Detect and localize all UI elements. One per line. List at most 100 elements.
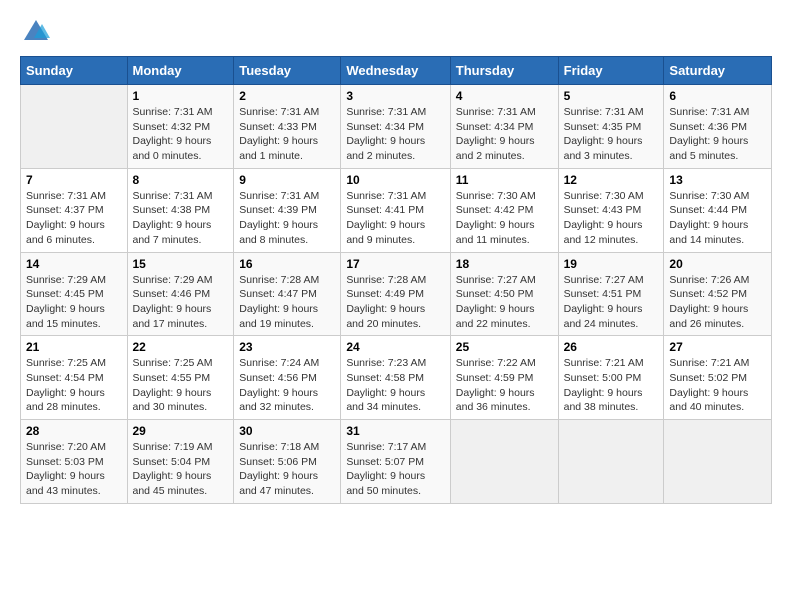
day-cell: [21, 85, 128, 169]
day-info: Sunrise: 7:31 AMSunset: 4:32 PMDaylight:…: [133, 106, 213, 162]
day-cell: 3 Sunrise: 7:31 AMSunset: 4:34 PMDayligh…: [341, 85, 450, 169]
day-info: Sunrise: 7:19 AMSunset: 5:04 PMDaylight:…: [133, 441, 213, 497]
day-cell: 29 Sunrise: 7:19 AMSunset: 5:04 PMDaylig…: [127, 420, 234, 504]
day-cell: 15 Sunrise: 7:29 AMSunset: 4:46 PMDaylig…: [127, 252, 234, 336]
day-info: Sunrise: 7:31 AMSunset: 4:39 PMDaylight:…: [239, 190, 319, 246]
day-info: Sunrise: 7:29 AMSunset: 4:45 PMDaylight:…: [26, 274, 106, 330]
day-info: Sunrise: 7:31 AMSunset: 4:37 PMDaylight:…: [26, 190, 106, 246]
day-number: 18: [456, 257, 553, 271]
week-row-4: 21 Sunrise: 7:25 AMSunset: 4:54 PMDaylig…: [21, 336, 772, 420]
page: SundayMondayTuesdayWednesdayThursdayFrid…: [0, 0, 792, 514]
day-number: 31: [346, 424, 444, 438]
day-cell: [664, 420, 772, 504]
day-cell: 30 Sunrise: 7:18 AMSunset: 5:06 PMDaylig…: [234, 420, 341, 504]
week-row-2: 7 Sunrise: 7:31 AMSunset: 4:37 PMDayligh…: [21, 168, 772, 252]
day-number: 21: [26, 340, 122, 354]
day-cell: 8 Sunrise: 7:31 AMSunset: 4:38 PMDayligh…: [127, 168, 234, 252]
day-number: 3: [346, 89, 444, 103]
col-header-sunday: Sunday: [21, 57, 128, 85]
day-info: Sunrise: 7:17 AMSunset: 5:07 PMDaylight:…: [346, 441, 426, 497]
day-info: Sunrise: 7:21 AMSunset: 5:00 PMDaylight:…: [564, 357, 644, 413]
day-cell: 4 Sunrise: 7:31 AMSunset: 4:34 PMDayligh…: [450, 85, 558, 169]
day-cell: 14 Sunrise: 7:29 AMSunset: 4:45 PMDaylig…: [21, 252, 128, 336]
day-number: 28: [26, 424, 122, 438]
col-header-tuesday: Tuesday: [234, 57, 341, 85]
day-info: Sunrise: 7:31 AMSunset: 4:38 PMDaylight:…: [133, 190, 213, 246]
day-info: Sunrise: 7:21 AMSunset: 5:02 PMDaylight:…: [669, 357, 749, 413]
day-info: Sunrise: 7:22 AMSunset: 4:59 PMDaylight:…: [456, 357, 536, 413]
day-cell: 31 Sunrise: 7:17 AMSunset: 5:07 PMDaylig…: [341, 420, 450, 504]
day-number: 7: [26, 173, 122, 187]
day-number: 24: [346, 340, 444, 354]
col-header-saturday: Saturday: [664, 57, 772, 85]
day-info: Sunrise: 7:31 AMSunset: 4:33 PMDaylight:…: [239, 106, 319, 162]
day-cell: 26 Sunrise: 7:21 AMSunset: 5:00 PMDaylig…: [558, 336, 664, 420]
day-info: Sunrise: 7:27 AMSunset: 4:51 PMDaylight:…: [564, 274, 644, 330]
day-cell: 22 Sunrise: 7:25 AMSunset: 4:55 PMDaylig…: [127, 336, 234, 420]
day-cell: 10 Sunrise: 7:31 AMSunset: 4:41 PMDaylig…: [341, 168, 450, 252]
header-row: [20, 18, 772, 46]
day-number: 29: [133, 424, 229, 438]
day-cell: 2 Sunrise: 7:31 AMSunset: 4:33 PMDayligh…: [234, 85, 341, 169]
day-number: 20: [669, 257, 766, 271]
day-number: 9: [239, 173, 335, 187]
day-number: 13: [669, 173, 766, 187]
day-cell: 7 Sunrise: 7:31 AMSunset: 4:37 PMDayligh…: [21, 168, 128, 252]
day-number: 22: [133, 340, 229, 354]
day-cell: 16 Sunrise: 7:28 AMSunset: 4:47 PMDaylig…: [234, 252, 341, 336]
day-cell: 1 Sunrise: 7:31 AMSunset: 4:32 PMDayligh…: [127, 85, 234, 169]
week-row-3: 14 Sunrise: 7:29 AMSunset: 4:45 PMDaylig…: [21, 252, 772, 336]
col-header-wednesday: Wednesday: [341, 57, 450, 85]
day-number: 14: [26, 257, 122, 271]
col-header-friday: Friday: [558, 57, 664, 85]
day-number: 17: [346, 257, 444, 271]
day-number: 30: [239, 424, 335, 438]
day-cell: 24 Sunrise: 7:23 AMSunset: 4:58 PMDaylig…: [341, 336, 450, 420]
day-cell: 20 Sunrise: 7:26 AMSunset: 4:52 PMDaylig…: [664, 252, 772, 336]
day-info: Sunrise: 7:29 AMSunset: 4:46 PMDaylight:…: [133, 274, 213, 330]
day-info: Sunrise: 7:31 AMSunset: 4:41 PMDaylight:…: [346, 190, 426, 246]
col-header-monday: Monday: [127, 57, 234, 85]
day-cell: 25 Sunrise: 7:22 AMSunset: 4:59 PMDaylig…: [450, 336, 558, 420]
day-cell: [450, 420, 558, 504]
day-cell: 12 Sunrise: 7:30 AMSunset: 4:43 PMDaylig…: [558, 168, 664, 252]
day-number: 23: [239, 340, 335, 354]
day-info: Sunrise: 7:30 AMSunset: 4:42 PMDaylight:…: [456, 190, 536, 246]
day-number: 11: [456, 173, 553, 187]
day-number: 27: [669, 340, 766, 354]
day-info: Sunrise: 7:18 AMSunset: 5:06 PMDaylight:…: [239, 441, 319, 497]
day-cell: 23 Sunrise: 7:24 AMSunset: 4:56 PMDaylig…: [234, 336, 341, 420]
day-cell: 17 Sunrise: 7:28 AMSunset: 4:49 PMDaylig…: [341, 252, 450, 336]
day-number: 6: [669, 89, 766, 103]
day-number: 8: [133, 173, 229, 187]
day-info: Sunrise: 7:31 AMSunset: 4:35 PMDaylight:…: [564, 106, 644, 162]
day-info: Sunrise: 7:31 AMSunset: 4:34 PMDaylight:…: [456, 106, 536, 162]
day-cell: 11 Sunrise: 7:30 AMSunset: 4:42 PMDaylig…: [450, 168, 558, 252]
day-number: 15: [133, 257, 229, 271]
day-number: 26: [564, 340, 659, 354]
day-cell: 28 Sunrise: 7:20 AMSunset: 5:03 PMDaylig…: [21, 420, 128, 504]
day-info: Sunrise: 7:25 AMSunset: 4:55 PMDaylight:…: [133, 357, 213, 413]
day-info: Sunrise: 7:31 AMSunset: 4:34 PMDaylight:…: [346, 106, 426, 162]
day-number: 5: [564, 89, 659, 103]
day-info: Sunrise: 7:25 AMSunset: 4:54 PMDaylight:…: [26, 357, 106, 413]
day-info: Sunrise: 7:28 AMSunset: 4:47 PMDaylight:…: [239, 274, 319, 330]
day-number: 10: [346, 173, 444, 187]
day-info: Sunrise: 7:31 AMSunset: 4:36 PMDaylight:…: [669, 106, 749, 162]
day-number: 1: [133, 89, 229, 103]
day-info: Sunrise: 7:24 AMSunset: 4:56 PMDaylight:…: [239, 357, 319, 413]
day-info: Sunrise: 7:26 AMSunset: 4:52 PMDaylight:…: [669, 274, 749, 330]
day-number: 4: [456, 89, 553, 103]
day-cell: [558, 420, 664, 504]
col-header-thursday: Thursday: [450, 57, 558, 85]
day-info: Sunrise: 7:20 AMSunset: 5:03 PMDaylight:…: [26, 441, 106, 497]
day-cell: 21 Sunrise: 7:25 AMSunset: 4:54 PMDaylig…: [21, 336, 128, 420]
logo: [20, 18, 50, 46]
day-number: 16: [239, 257, 335, 271]
week-row-1: 1 Sunrise: 7:31 AMSunset: 4:32 PMDayligh…: [21, 85, 772, 169]
day-cell: 13 Sunrise: 7:30 AMSunset: 4:44 PMDaylig…: [664, 168, 772, 252]
day-info: Sunrise: 7:28 AMSunset: 4:49 PMDaylight:…: [346, 274, 426, 330]
day-number: 19: [564, 257, 659, 271]
day-cell: 19 Sunrise: 7:27 AMSunset: 4:51 PMDaylig…: [558, 252, 664, 336]
day-info: Sunrise: 7:30 AMSunset: 4:43 PMDaylight:…: [564, 190, 644, 246]
